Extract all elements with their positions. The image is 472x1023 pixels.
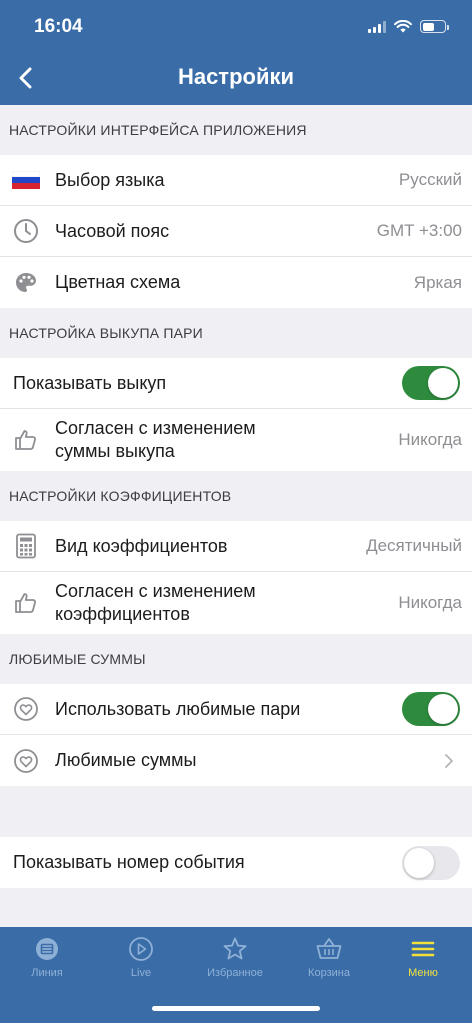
- coefficient-view-row[interactable]: Вид коэффициентов Десятичный: [0, 521, 472, 572]
- section-header-interface: НАСТРОЙКИ ИНТЕРФЕЙСА ПРИЛОЖЕНИЯ: [0, 105, 472, 155]
- language-value: Русский: [398, 170, 462, 189]
- play-icon: [129, 937, 153, 961]
- event-number-row: Показывать номер события: [0, 837, 472, 888]
- agree-coefficients-value: Никогда: [398, 593, 462, 612]
- chevron-right-icon: [445, 753, 453, 768]
- tab-favorites-label: Избранное: [207, 967, 263, 979]
- theme-label: Цветная схема: [55, 272, 181, 292]
- status-icons: [368, 20, 449, 33]
- use-favorites-label: Использовать любимые пари: [55, 698, 301, 719]
- thumbs-up-icon: [12, 426, 40, 454]
- menu-icon: [411, 941, 435, 957]
- calculator-icon: [12, 532, 40, 560]
- event-number-label: Показывать номер события: [13, 852, 245, 872]
- event-number-toggle[interactable]: [402, 845, 460, 880]
- coefficient-view-label: Вид коэффициентов: [55, 535, 228, 556]
- tab-line-label: Линия: [31, 967, 63, 979]
- tab-line[interactable]: Линия: [0, 935, 94, 987]
- show-buyout-row: Показывать выкуп: [0, 358, 472, 409]
- tab-basket[interactable]: Корзина: [282, 935, 376, 987]
- group-event-number: Показывать номер события: [0, 837, 472, 888]
- home-indicator: [152, 1006, 320, 1011]
- tab-menu[interactable]: Меню: [376, 935, 470, 987]
- show-buyout-toggle[interactable]: [402, 366, 460, 400]
- show-buyout-label: Показывать выкуп: [13, 372, 167, 393]
- timezone-row[interactable]: Часовой пояс GMT +3:00: [0, 206, 472, 257]
- coefficient-view-value: Десятичный: [366, 536, 462, 555]
- favorite-sums-row[interactable]: Любимые суммы: [0, 735, 472, 786]
- group-buyout: Показывать выкуп Согласен с изменением с…: [0, 358, 472, 471]
- timezone-label: Часовой пояс: [55, 220, 170, 241]
- status-bar: 16:04: [0, 0, 472, 50]
- tab-basket-label: Корзина: [308, 967, 350, 979]
- basket-icon: [316, 938, 342, 959]
- use-favorites-toggle[interactable]: [402, 692, 460, 726]
- agree-buyout-value: Никогда: [398, 430, 462, 449]
- russia-flag-icon: [12, 166, 40, 194]
- tab-live[interactable]: Live: [94, 935, 188, 987]
- wifi-icon: [394, 20, 412, 33]
- timezone-value: GMT +3:00: [376, 221, 462, 240]
- group-favorites: Использовать любимые пари Любимые суммы: [0, 684, 472, 786]
- language-row[interactable]: Выбор языка Русский: [0, 155, 472, 206]
- section-header-favorites: ЛЮБИМЫЕ СУММЫ: [0, 634, 472, 684]
- battery-icon: [420, 20, 449, 33]
- tab-menu-label: Меню: [408, 967, 438, 979]
- heart-icon: [12, 747, 40, 775]
- agree-coefficients-label-line2: коэффициентов: [55, 604, 190, 624]
- theme-value: Яркая: [413, 272, 462, 292]
- group-interface: Выбор языка Русский Часовой пояс GMT +3:…: [0, 155, 472, 308]
- agree-coefficients-label-line1: Согласен с изменением: [55, 581, 256, 601]
- clock-icon: [12, 217, 40, 245]
- section-header-coefficients: НАСТРОЙКИ КОЭФФИЦИЕНТОВ: [0, 471, 472, 521]
- cellular-signal-icon: [368, 20, 386, 33]
- status-time: 16:04: [34, 16, 83, 37]
- theme-row[interactable]: Цветная схема Яркая: [0, 257, 472, 308]
- section-header-buyout: НАСТРОЙКА ВЫКУПА ПАРИ: [0, 308, 472, 358]
- thumbs-up-icon: [12, 589, 40, 617]
- agree-buyout-label-line2: суммы выкупа: [55, 441, 175, 461]
- language-label: Выбор языка: [55, 169, 165, 190]
- group-coefficients: Вид коэффициентов Десятичный Согласен с …: [0, 521, 472, 634]
- use-favorites-row: Использовать любимые пари: [0, 684, 472, 735]
- tab-favorites[interactable]: Избранное: [188, 935, 282, 987]
- agree-buyout-label-line1: Согласен с изменением: [55, 418, 256, 438]
- star-icon: [223, 937, 247, 960]
- agree-buyout-row[interactable]: Согласен с изменением суммы выкупа Никог…: [0, 409, 472, 471]
- palette-icon: [12, 269, 40, 297]
- heart-icon: [12, 695, 40, 723]
- line-icon: [36, 938, 58, 960]
- agree-coefficients-row[interactable]: Согласен с изменением коэффициентов Нико…: [0, 572, 472, 634]
- header-bar: 16:04 Настройки: [0, 0, 472, 105]
- nav-bar: Настройки: [0, 50, 472, 105]
- tab-live-label: Live: [130, 967, 152, 979]
- favorite-sums-label: Любимые суммы: [55, 750, 197, 770]
- page-title: Настройки: [177, 64, 295, 89]
